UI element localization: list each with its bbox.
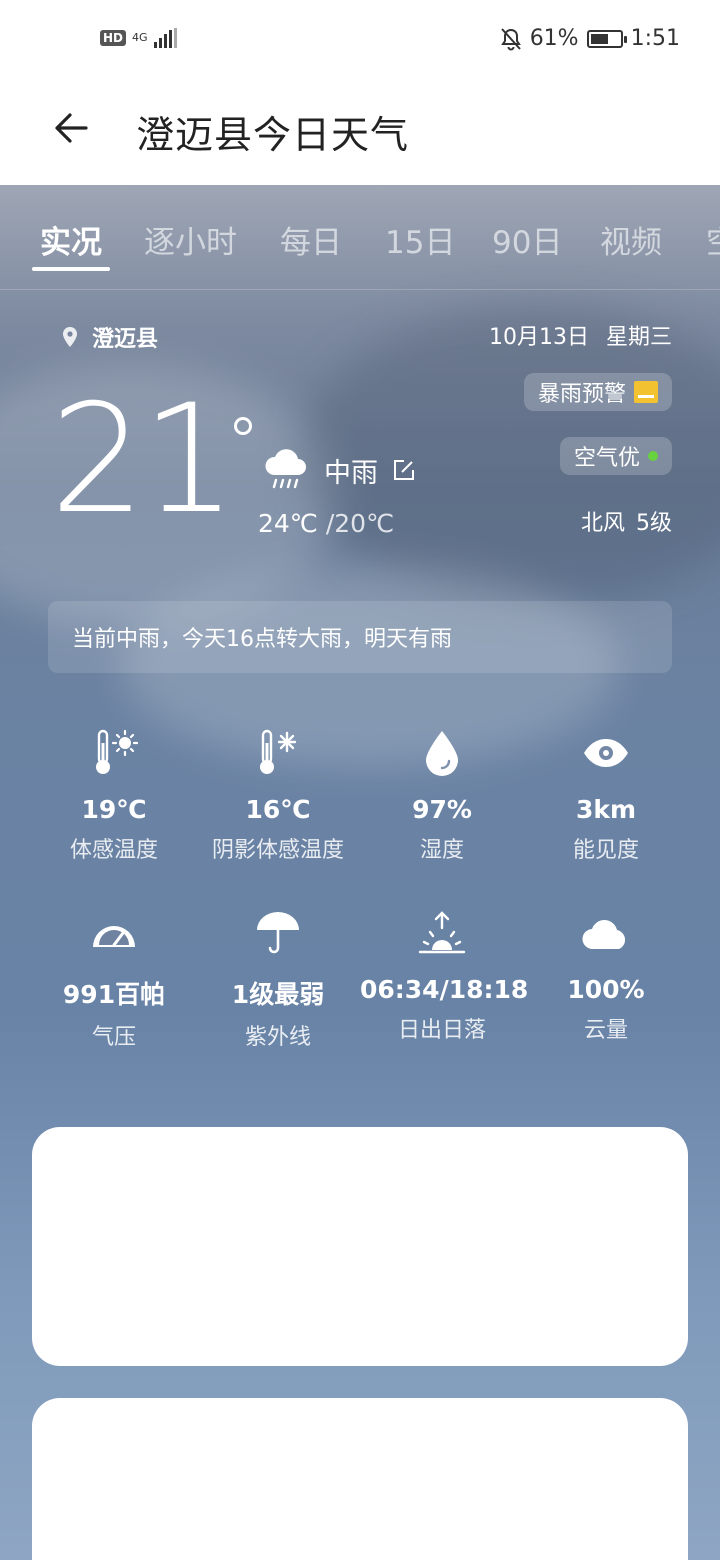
detail-pressure: 991百帕 气压: [32, 905, 196, 1051]
arrow-left-icon[interactable]: [50, 106, 94, 150]
hd-badge: HD: [100, 30, 127, 46]
detail-sunrise-sunset: 06:34/18:18 日出日落: [360, 905, 529, 1044]
sunrise-icon: [418, 911, 466, 954]
detail-label: 湿度: [419, 838, 464, 863]
condition-label: 中雨: [324, 457, 378, 489]
thermometer-snow-icon: [260, 729, 297, 774]
detail-value: 97%: [412, 795, 472, 824]
status-bar: HD 4G 61% 1:51: [0, 0, 720, 84]
tab-15day[interactable]: 15日: [385, 217, 455, 262]
weather-panel: 实况 逐小时 每日 15日 90日 视频 空 澄迈县 10月13日 星期三 暴雨…: [0, 185, 720, 1560]
detail-visibility: 3km 能见度: [524, 725, 688, 864]
detail-value: 16℃: [245, 795, 311, 824]
tab-bar: 实况 逐小时 每日 15日 90日 视频 空: [0, 185, 720, 290]
network-type: 4G: [132, 31, 148, 44]
air-quality-badge[interactable]: 空气优: [559, 437, 672, 475]
detail-humidity: 97% 湿度: [360, 725, 524, 864]
battery-percent: 61%: [529, 26, 579, 51]
info-card-1[interactable]: [32, 1127, 688, 1366]
date-label: 10月13日 星期三: [489, 325, 672, 350]
high-temp: 24℃: [258, 509, 318, 538]
detail-label: 阴影体感温度: [211, 838, 344, 863]
detail-label: 气压: [91, 1025, 136, 1050]
gauge-icon: [93, 925, 135, 947]
detail-label: 云量: [583, 1018, 628, 1043]
mute-bell-icon: [500, 27, 521, 50]
detail-value: 06:34/18:18: [360, 975, 529, 1004]
condition: 中雨: [262, 447, 416, 493]
detail-label: 紫外线: [244, 1025, 311, 1050]
tab-live[interactable]: 实况: [40, 217, 102, 262]
cloud-icon: [582, 920, 626, 950]
detail-value: 991百帕: [62, 980, 166, 1009]
battery-icon: [586, 29, 627, 48]
high-low-temp: 24℃ /20℃: [258, 509, 394, 538]
rain-cloud-icon: [265, 449, 306, 489]
current-temperature: 21: [50, 373, 237, 547]
detail-feels-like: 19℃ 体感温度: [32, 725, 196, 864]
droplet-icon: [426, 731, 458, 776]
status-right: 61% 1:51: [500, 26, 680, 51]
summary-text: 当前中雨，今天16点转大雨，明天有雨: [72, 627, 452, 652]
signal-icon: [153, 28, 177, 48]
page-title: 澄迈县今日天气: [136, 113, 410, 157]
warning-label: 暴雨预警: [537, 382, 626, 407]
detail-value: 19℃: [81, 795, 147, 824]
location-pin-icon: [63, 327, 77, 347]
tab-indicator: [32, 267, 110, 271]
tab-daily[interactable]: 每日: [280, 217, 342, 262]
eye-icon: [584, 739, 628, 767]
umbrella-icon: [257, 912, 299, 954]
detail-value: 100%: [567, 975, 645, 1004]
thermometer-sun-icon: [96, 729, 139, 774]
location-name: 澄迈县: [92, 327, 159, 352]
detail-label: 日出日落: [397, 1018, 486, 1043]
wind-label: 北风 5级: [581, 511, 672, 536]
tab-90day[interactable]: 90日: [492, 217, 562, 262]
title-bar: 澄迈县今日天气: [0, 84, 720, 185]
detail-value: 1级最弱: [231, 980, 325, 1009]
degree-symbol: [234, 417, 252, 435]
location[interactable]: 澄迈县: [62, 321, 158, 353]
tab-air[interactable]: 空: [706, 217, 720, 262]
status-left: HD 4G: [100, 28, 177, 48]
detail-shade-feels-like: 16℃ 阴影体感温度: [196, 725, 360, 864]
detail-value: 3km: [575, 795, 637, 824]
air-status-dot: [648, 451, 658, 461]
forecast-summary: 当前中雨，今天16点转大雨，明天有雨: [48, 601, 672, 673]
edit-icon[interactable]: [392, 458, 416, 482]
air-quality-label: 空气优: [573, 446, 640, 471]
detail-label: 体感温度: [69, 838, 158, 863]
clock: 1:51: [630, 26, 680, 51]
detail-label: 能见度: [572, 838, 639, 863]
tab-hourly[interactable]: 逐小时: [144, 217, 237, 262]
warning-icon: [634, 381, 658, 403]
rainstorm-warning-badge[interactable]: 暴雨预警: [523, 373, 672, 411]
low-temp: /20℃: [325, 509, 395, 538]
detail-uv: 1级最弱 紫外线: [196, 905, 360, 1051]
tab-video[interactable]: 视频: [600, 217, 662, 262]
info-card-2[interactable]: [32, 1398, 688, 1560]
detail-cloud-cover: 100% 云量: [524, 905, 688, 1044]
